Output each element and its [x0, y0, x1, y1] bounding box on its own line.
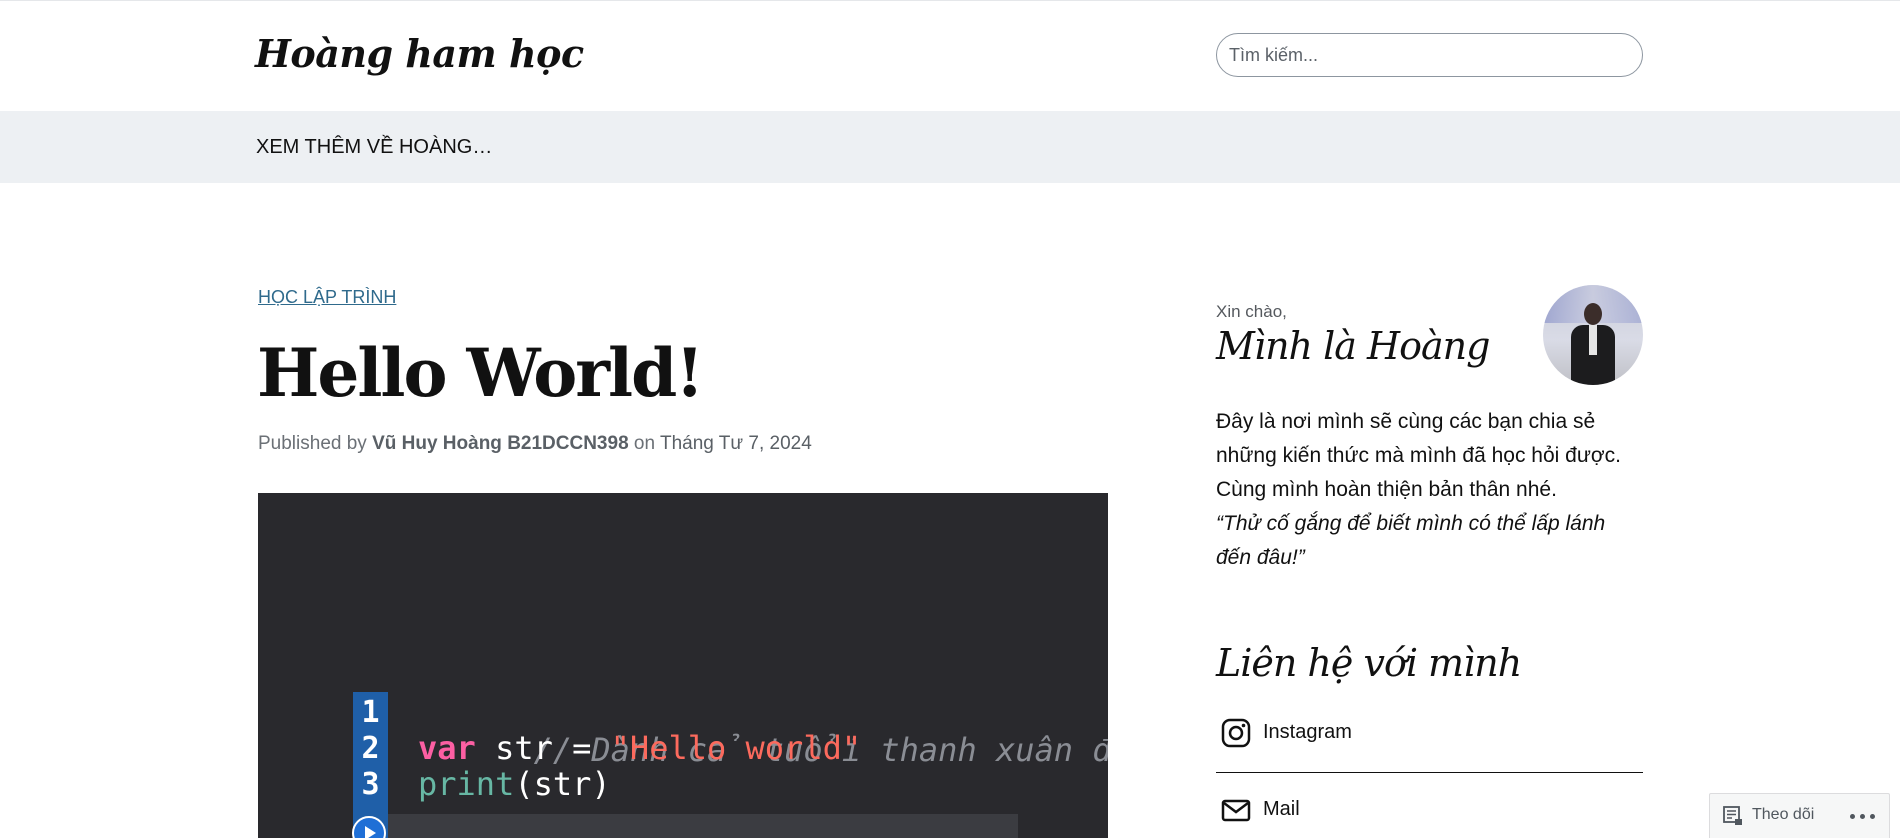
contact-label: Instagram	[1263, 721, 1352, 743]
post-meta: Published by Vũ Huy Hoàng B21DCCN398 on …	[258, 433, 812, 455]
instagram-icon	[1221, 718, 1251, 748]
featured-image: 1 2 3 // Dành cả tuổi thanh xuân để var …	[258, 493, 1108, 838]
follow-bar: Theo dõi	[1709, 793, 1890, 838]
line-number: 2	[361, 731, 380, 766]
post-date-link[interactable]: Tháng Tư 7, 2024	[660, 433, 812, 454]
reader-icon	[1723, 806, 1742, 825]
code-line: print(str)	[418, 765, 611, 803]
published-by-label: Published by	[258, 433, 367, 454]
post-title: Hello World!	[257, 334, 704, 412]
contact-mail-link[interactable]: Mail	[1216, 788, 1643, 838]
main-nav: XEM THÊM VỀ HOÀNG…	[0, 111, 1900, 183]
search-input[interactable]	[1216, 33, 1643, 77]
contact-divider	[1216, 772, 1643, 773]
code-function: print	[418, 765, 515, 803]
contact-heading: Liên hệ với mình	[1216, 641, 1522, 685]
site-header: Hoàng ham học	[0, 0, 1900, 111]
code-keyword: var	[418, 729, 476, 767]
follow-label: Theo dõi	[1752, 806, 1815, 823]
quote-text: “Thử cố gắng để biết mình có thể lấp lán…	[1216, 512, 1606, 569]
contact-label: Mail	[1263, 798, 1300, 820]
line-number: 3	[361, 767, 380, 802]
code-string: "Hello world"	[610, 729, 862, 767]
line-number: 1	[361, 695, 380, 730]
greeting: Xin chào,	[1216, 302, 1287, 321]
execution-bar	[388, 814, 1018, 838]
contact-instagram-link[interactable]: Instagram	[1216, 711, 1643, 761]
on-label: on	[633, 433, 656, 454]
code-identifier: str =	[475, 729, 611, 767]
post-category-link[interactable]: HỌC LẬP TRÌNH	[258, 287, 396, 308]
mail-icon	[1221, 799, 1251, 822]
bio-text: Đây là nơi mình sẽ cùng các bạn chia sẻ …	[1216, 410, 1621, 501]
author-name-heading: Mình là Hoàng	[1216, 324, 1490, 368]
code-line: var str = "Hello world"	[418, 729, 861, 767]
ellipsis-icon[interactable]	[1848, 802, 1878, 830]
site-title[interactable]: Hoàng ham học	[255, 31, 584, 76]
avatar	[1543, 285, 1643, 385]
nav-item-about[interactable]: XEM THÊM VỀ HOÀNG…	[256, 136, 492, 159]
author-link[interactable]: Vũ Huy Hoàng B21DCCN398	[372, 433, 629, 454]
code-args: (str)	[514, 765, 611, 803]
